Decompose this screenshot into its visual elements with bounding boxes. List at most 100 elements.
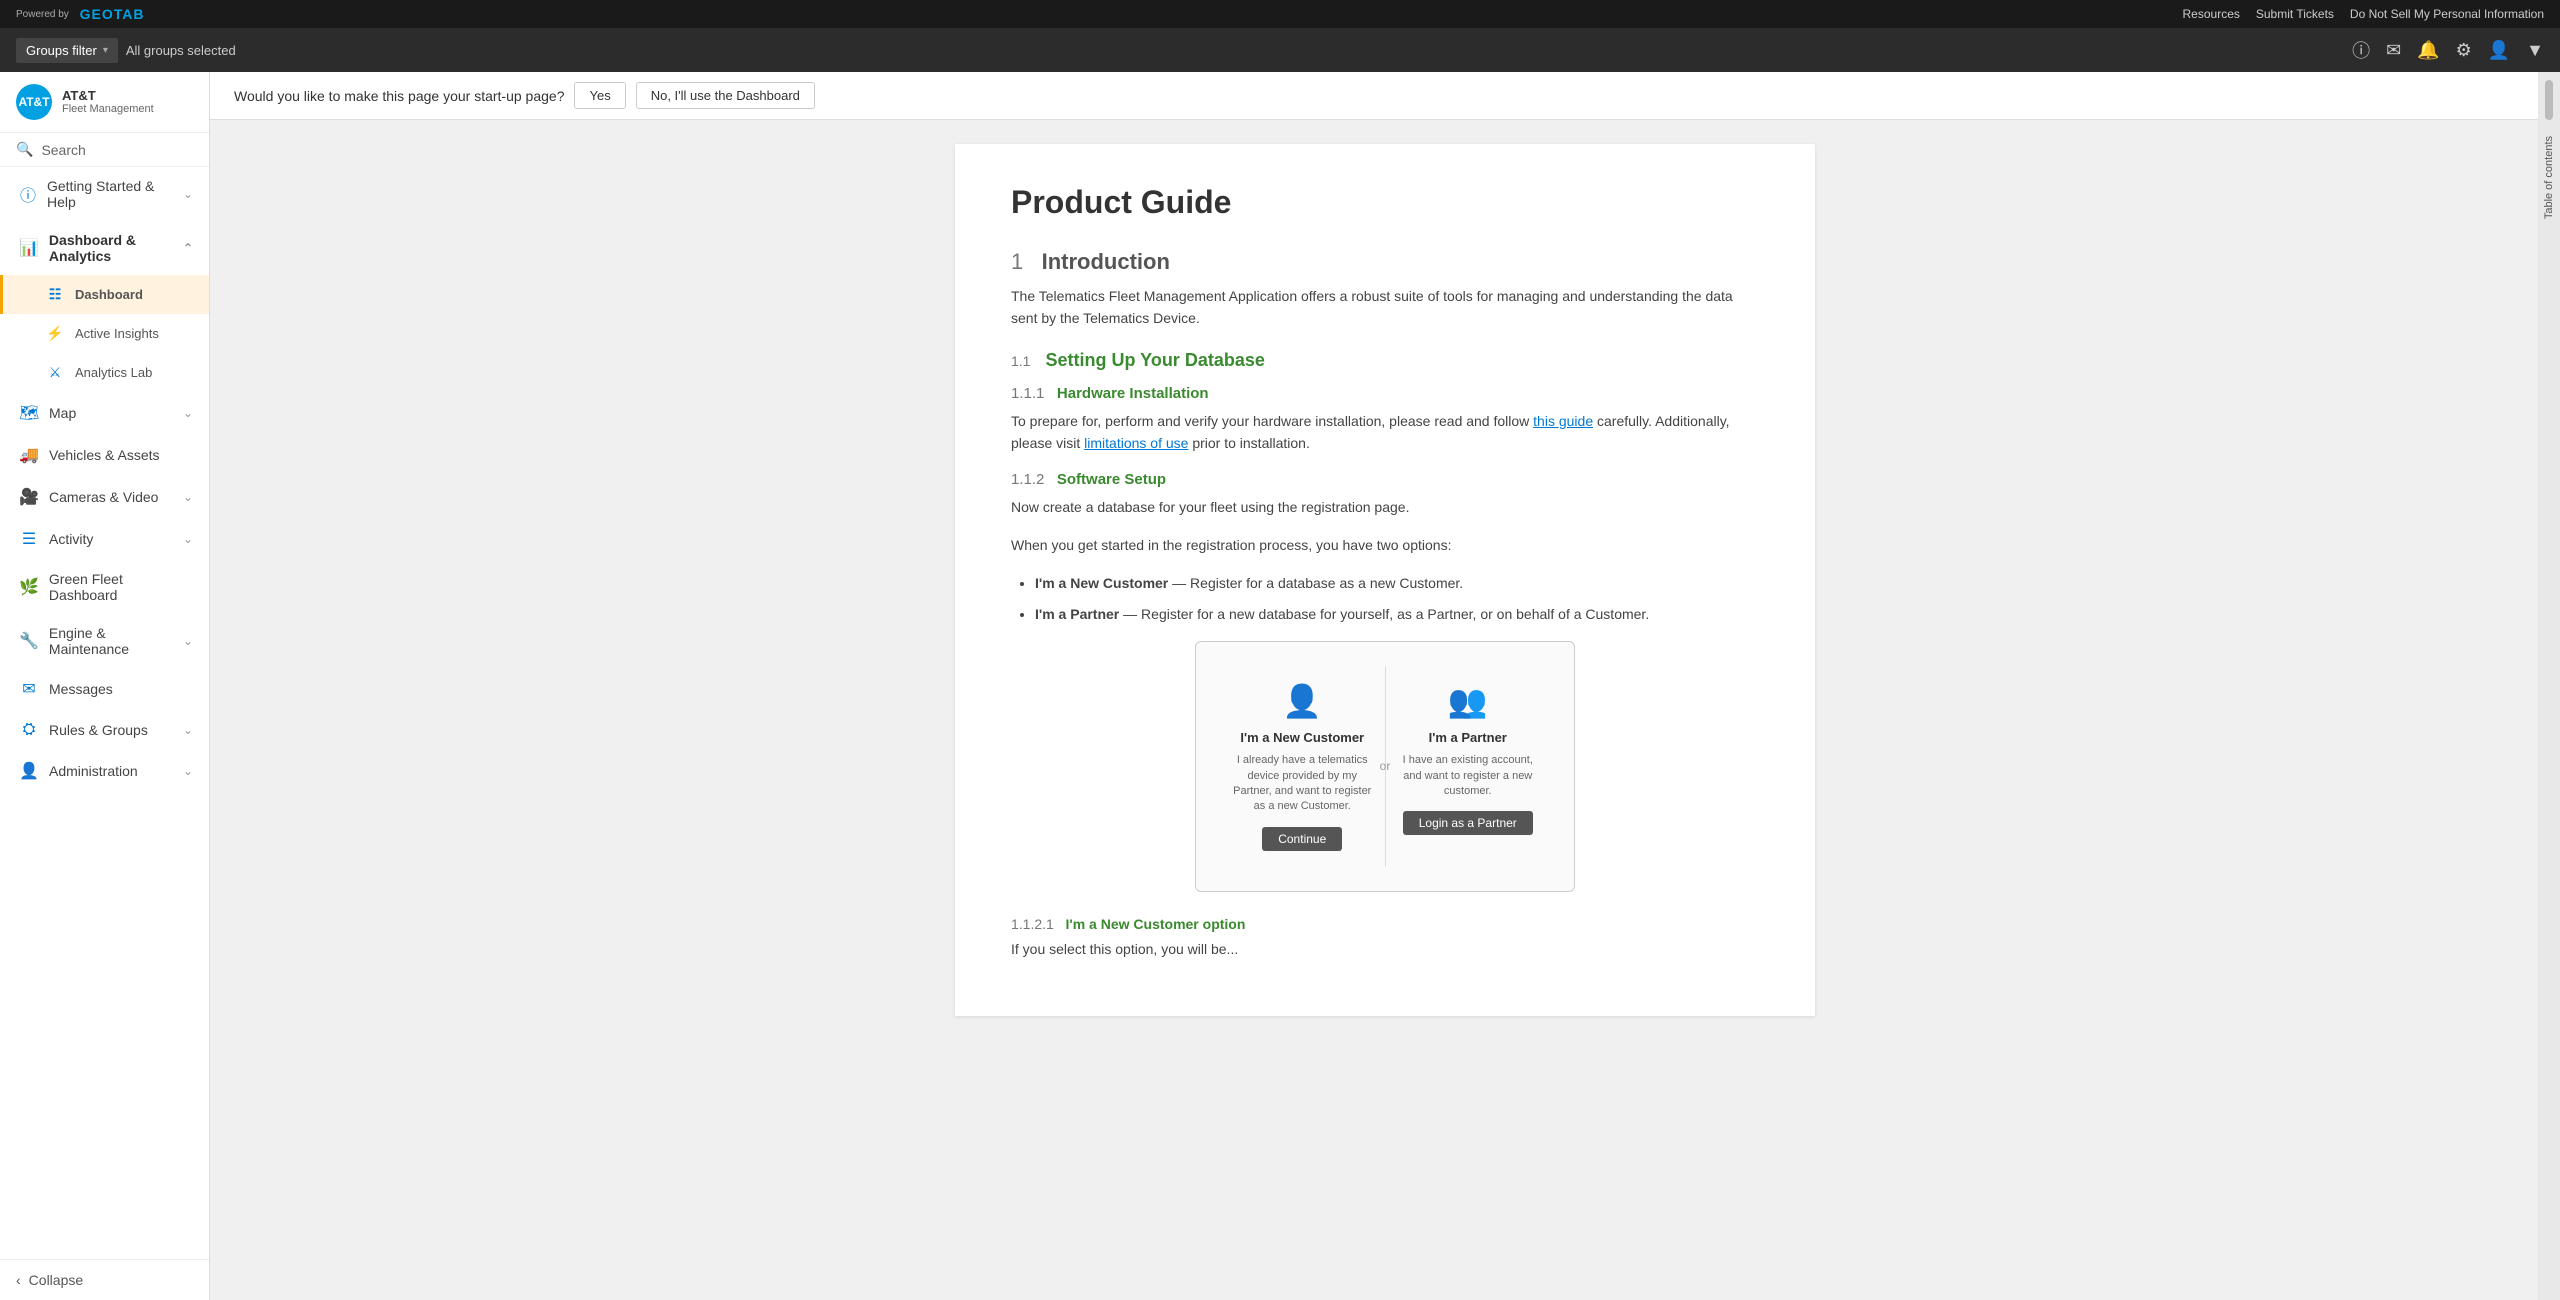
sidebar-nav: ⓘ Getting Started & Help ⌄ 📊 Dashboard &… — [0, 167, 209, 1259]
section-1-1-1-num: 1.1.1 — [1011, 385, 1044, 402]
option-new-customer-rest: — Register for a database as a new Custo… — [1168, 575, 1463, 591]
sidebar-item-label: Dashboard & Analytics — [49, 232, 173, 264]
section-1-body: The Telematics Fleet Management Applicat… — [1011, 285, 1759, 330]
sidebar-item-administration[interactable]: 👤 Administration ⌄ — [0, 750, 209, 792]
map-icon: 🗺 — [19, 403, 39, 423]
account-dropdown-arrow[interactable]: ▼ — [2526, 40, 2544, 61]
collapse-label: Collapse — [29, 1272, 83, 1288]
sidebar-item-getting-started[interactable]: ⓘ Getting Started & Help ⌄ — [0, 167, 209, 221]
submit-tickets-link[interactable]: Submit Tickets — [2256, 7, 2334, 21]
sidebar-item-active-insights[interactable]: ⚡ Active Insights — [0, 314, 209, 353]
groups-filter-button[interactable]: Groups filter ▾ — [16, 38, 118, 63]
sidebar-item-dashboard-analytics[interactable]: 📊 Dashboard & Analytics ⌃ — [0, 221, 209, 275]
option-new-customer: I'm a New Customer — Register for a data… — [1035, 572, 1759, 594]
collapse-arrow-icon: ‹ — [16, 1272, 21, 1288]
sidebar-item-dashboard[interactable]: ☷ Dashboard — [0, 275, 209, 314]
chevron-down-icon: ⌄ — [183, 532, 193, 546]
doc-wrapper[interactable]: Table of contents Product Guide 1 Introd… — [210, 120, 2560, 1300]
option-partner-bold: I'm a Partner — [1035, 606, 1119, 622]
section-1-label: Introduction — [1042, 249, 1170, 274]
bolt-icon: ⚡ — [45, 325, 65, 342]
body-pre: To prepare for, perform and verify your … — [1011, 413, 1533, 429]
nav-bar-right: ⓘ ✉ 🔔 ⚙ 👤 ▼ — [2352, 37, 2544, 63]
user-icon[interactable]: 👤 — [2488, 40, 2510, 61]
sidebar-item-cameras-video[interactable]: 🎥 Cameras & Video ⌄ — [0, 476, 209, 518]
section-1-1-2-1-num: 1.1.2.1 — [1011, 916, 1054, 932]
startup-bar: Would you like to make this page your st… — [210, 72, 2560, 120]
registration-image: 👤 I'm a New Customer I already have a te… — [1195, 641, 1575, 892]
this-guide-link[interactable]: this guide — [1533, 413, 1593, 429]
sidebar-item-label: Messages — [49, 681, 113, 697]
registration-options-list: I'm a New Customer — Register for a data… — [1035, 572, 1759, 625]
section-1-1-2-num: 1.1.2 — [1011, 471, 1044, 488]
yes-button[interactable]: Yes — [574, 82, 625, 109]
groups-filter-arrow: ▾ — [103, 45, 108, 56]
flask-icon: ⚔ — [45, 364, 65, 381]
option-new-customer-bold: I'm a New Customer — [1035, 575, 1168, 591]
section-1-1-2-1-body: If you select this option, you will be..… — [1011, 938, 1759, 960]
content-area: Would you like to make this page your st… — [210, 72, 2560, 1300]
search-icon: 🔍 — [16, 141, 33, 158]
groups-filter-label: Groups filter — [26, 43, 97, 58]
brand-sub: Fleet Management — [62, 103, 154, 116]
settings-icon[interactable]: ⚙ — [2456, 40, 2472, 61]
chevron-down-icon: ⌄ — [183, 764, 193, 778]
continue-button[interactable]: Continue — [1262, 827, 1342, 851]
sidebar-search-row[interactable]: 🔍 Search — [0, 133, 209, 167]
sidebar-item-green-fleet[interactable]: 🌿 Green Fleet Dashboard — [0, 560, 209, 614]
sidebar-item-analytics-lab[interactable]: ⚔ Analytics Lab — [0, 353, 209, 392]
top-bar: Powered by GEOTAB Resources Submit Ticke… — [0, 0, 2560, 28]
startup-question: Would you like to make this page your st… — [234, 88, 564, 104]
chevron-down-icon: ⌄ — [183, 490, 193, 504]
sidebar-item-vehicles-assets[interactable]: 🚚 Vehicles & Assets — [0, 434, 209, 476]
sidebar-item-label: Cameras & Video — [49, 489, 158, 505]
sidebar-item-activity[interactable]: ☰ Activity ⌄ — [0, 518, 209, 560]
login-as-partner-button[interactable]: Login as a Partner — [1403, 811, 1533, 835]
doc-card: Product Guide 1 Introduction The Telemat… — [955, 144, 1815, 1016]
option-partner-rest: — Register for a new database for yourse… — [1119, 606, 1649, 622]
powered-by-section: Powered by GEOTAB — [16, 6, 144, 22]
brand-logo: AT&T — [16, 84, 52, 120]
partner-desc: I have an existing account, and want to … — [1398, 753, 1539, 799]
sidebar-item-label: Engine & Maintenance — [49, 625, 173, 657]
sliders-icon: ⛭ — [19, 721, 39, 739]
do-not-sell-link[interactable]: Do Not Sell My Personal Information — [2350, 7, 2544, 21]
circle-info-icon: ⓘ — [19, 182, 37, 206]
nav-bar-left: Groups filter ▾ All groups selected — [16, 38, 236, 63]
help-icon[interactable]: ⓘ — [2352, 37, 2370, 63]
new-customer-title: I'm a New Customer — [1240, 730, 1364, 745]
user-gear-icon: 👤 — [19, 761, 39, 781]
video-icon: 🎥 — [19, 487, 39, 507]
sidebar-item-messages[interactable]: ✉ Messages — [0, 668, 209, 710]
section-1-1-2-1-label: I'm a New Customer option — [1066, 916, 1246, 932]
sidebar-header: AT&T AT&T Fleet Management — [0, 72, 209, 133]
sidebar-item-label: Activity — [49, 531, 93, 547]
mail-icon[interactable]: ✉ — [2386, 40, 2401, 61]
chevron-up-icon: ⌃ — [183, 241, 193, 255]
bell-icon[interactable]: 🔔 — [2417, 40, 2439, 61]
limitations-link[interactable]: limitations of use — [1084, 435, 1188, 451]
wrench-icon: 🔧 — [19, 631, 39, 651]
doc-section-1-1-2-heading: 1.1.2 Software Setup — [1011, 471, 1759, 488]
sidebar-item-label: Administration — [49, 763, 138, 779]
truck-icon: 🚚 — [19, 445, 39, 465]
sidebar-item-label: Map — [49, 405, 76, 421]
partner-icon: 👥 — [1448, 682, 1488, 720]
doc-title: Product Guide — [1011, 184, 1759, 221]
list-icon: ☰ — [19, 529, 39, 549]
no-button[interactable]: No, I'll use the Dashboard — [636, 82, 815, 109]
doc-section-1-1-1-heading: 1.1.1 Hardware Installation — [1011, 385, 1759, 402]
sidebar: AT&T AT&T Fleet Management 🔍 Search ⓘ Ge… — [0, 72, 210, 1300]
sidebar-item-label: Vehicles & Assets — [49, 447, 160, 463]
sidebar-item-engine-maintenance[interactable]: 🔧 Engine & Maintenance ⌄ — [0, 614, 209, 668]
sidebar-item-label: Dashboard — [75, 287, 143, 302]
geotab-logo: GEOTAB — [80, 6, 145, 22]
section-1-1-1-body: To prepare for, perform and verify your … — [1011, 410, 1759, 455]
sidebar-item-rules-groups[interactable]: ⛭ Rules & Groups ⌄ — [0, 710, 209, 750]
main-layout: AT&T AT&T Fleet Management 🔍 Search ⓘ Ge… — [0, 72, 2560, 1300]
sidebar-item-label: Analytics Lab — [75, 365, 152, 380]
collapse-button[interactable]: ‹ Collapse — [0, 1259, 209, 1300]
sidebar-item-map[interactable]: 🗺 Map ⌄ — [0, 392, 209, 434]
doc-section-1-heading: 1 Introduction — [1011, 249, 1759, 275]
resources-link[interactable]: Resources — [2183, 7, 2240, 21]
